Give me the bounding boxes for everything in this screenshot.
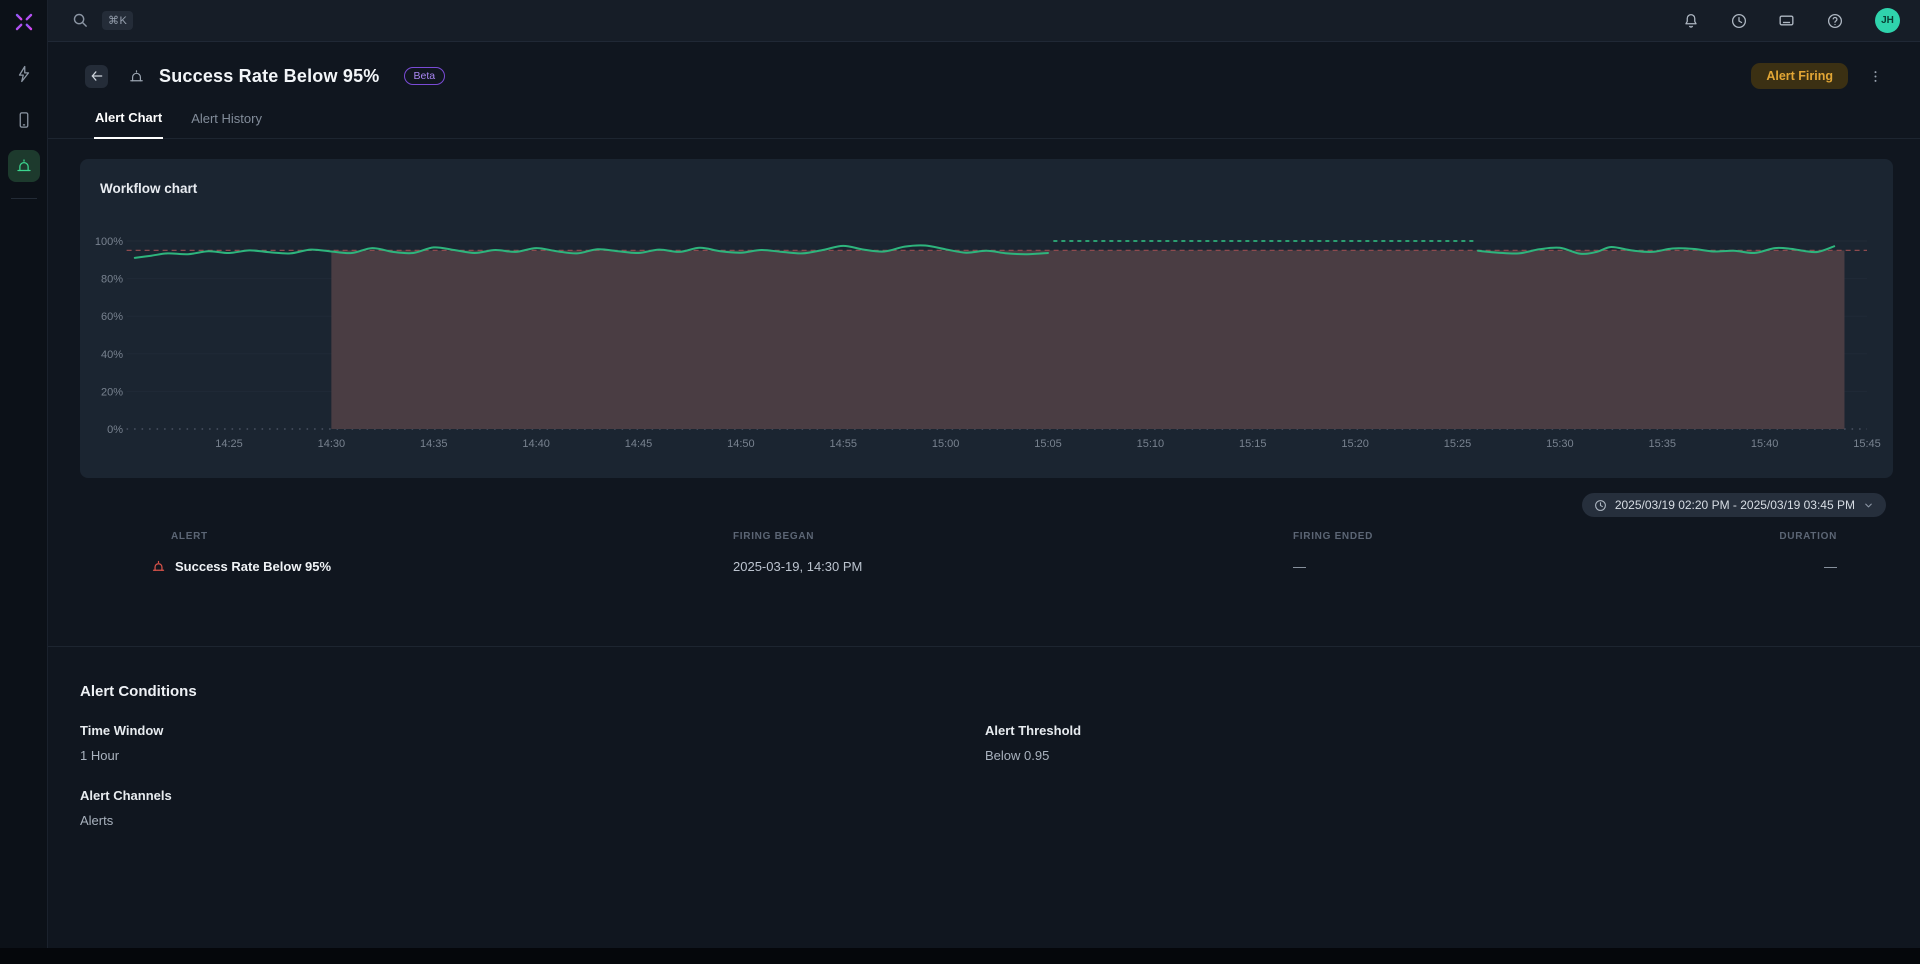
date-range-value: 2025/03/19 02:20 PM - 2025/03/19 03:45 P… [1615,498,1855,512]
column-header-firing-ended: FIRING ENDED [1293,531,1738,542]
svg-text:14:35: 14:35 [420,438,448,450]
search-icon [72,12,89,29]
starburst-logo-icon [12,10,36,34]
firing-ended-value: — [1293,559,1738,574]
date-range-row: 2025/03/19 02:20 PM - 2025/03/19 03:45 P… [48,478,1920,517]
clock-icon [1730,12,1748,30]
svg-text:15:15: 15:15 [1239,438,1267,450]
chart-title: Workflow chart [100,181,197,196]
column-header-alert: ALERT [151,531,733,542]
svg-text:15:25: 15:25 [1444,438,1472,450]
help-icon [1826,12,1844,30]
svg-text:20%: 20% [101,386,123,398]
workflow-chart-card: Workflow chart 0% 20% 40% 60% 80% 100% 14:25 14… [80,159,1893,478]
topbar-actions: JH [1677,7,1900,34]
svg-text:0%: 0% [107,424,123,436]
svg-text:60%: 60% [101,311,123,323]
svg-text:14:40: 14:40 [522,438,550,450]
alert-siren-icon [128,68,145,85]
chevron-down-icon [1863,500,1874,511]
search-input[interactable]: ⌘K [72,11,133,30]
alert-conditions-heading: Alert Conditions [80,683,1920,700]
page-header: Success Rate Below 95% Beta Alert Firing [48,42,1920,104]
condition-value: Alerts [80,813,985,828]
alert-status-badge: Alert Firing [1751,63,1848,89]
sidebar-item-apps[interactable] [8,104,40,136]
svg-text:15:45: 15:45 [1853,438,1881,450]
user-avatar[interactable]: JH [1875,8,1900,33]
alert-siren-icon [15,157,33,175]
sidebar [0,0,48,948]
alerts-table-header: ALERT FIRING BEGAN FIRING ENDED DURATION [151,531,1837,542]
svg-text:15:40: 15:40 [1751,438,1779,450]
svg-text:14:25: 14:25 [215,438,243,450]
column-header-duration: DURATION [1738,531,1837,542]
condition-label: Time Window [80,723,985,738]
condition-alert-channels: Alert Channels Alerts [80,788,985,828]
more-actions-button[interactable] [1864,65,1886,87]
svg-text:80%: 80% [101,274,123,286]
arrow-left-icon [90,69,104,83]
svg-text:100%: 100% [95,236,123,248]
tab-alert-chart[interactable]: Alert Chart [94,104,163,139]
page-title: Success Rate Below 95% [159,66,380,87]
bell-icon [1682,12,1700,30]
table-row[interactable]: Success Rate Below 95% 2025-03-19, 14:30… [151,559,1837,574]
condition-time-window: Time Window 1 Hour [80,723,985,763]
column-header-firing-began: FIRING BEGAN [733,531,1293,542]
svg-text:40%: 40% [101,349,123,361]
app-logo[interactable] [0,0,48,44]
alerts-table: ALERT FIRING BEGAN FIRING ENDED DURATION… [151,531,1837,574]
svg-text:15:20: 15:20 [1341,438,1369,450]
sidebar-item-functions[interactable] [8,58,40,90]
keyboard-icon [1777,11,1796,30]
alert-name: Success Rate Below 95% [175,559,331,574]
alert-conditions-section: Alert Conditions Time Window 1 Hour Aler… [48,647,1920,828]
alert-siren-icon [151,559,166,574]
firing-began-value: 2025-03-19, 14:30 PM [733,559,1293,574]
svg-text:15:05: 15:05 [1034,438,1062,450]
condition-value: 1 Hour [80,748,985,763]
sidebar-divider [11,198,37,199]
tab-bar: Alert Chart Alert History [48,104,1920,139]
search-shortcut-badge: ⌘K [102,11,133,30]
help-button[interactable] [1821,7,1848,34]
condition-value: Below 0.95 [985,748,1920,763]
beta-badge: Beta [404,67,446,85]
kebab-menu-icon [1868,69,1883,84]
clock-icon [1594,499,1607,512]
recent-activity-button[interactable] [1725,7,1752,34]
condition-alert-threshold: Alert Threshold Below 0.95 [985,723,1920,763]
svg-text:14:30: 14:30 [318,438,346,450]
mobile-phone-icon [15,111,33,129]
app-root: ⌘K [0,0,1920,948]
svg-text:14:55: 14:55 [829,438,857,450]
shortcuts-button[interactable] [1773,7,1800,34]
lightning-bolt-icon [15,65,33,83]
condition-label: Alert Channels [80,788,985,803]
condition-label: Alert Threshold [985,723,1920,738]
tab-alert-history[interactable]: Alert History [190,104,263,138]
sidebar-item-alerts[interactable] [8,150,40,182]
duration-value: — [1738,559,1837,574]
workflow-chart: 0% 20% 40% 60% 80% 100% 14:25 14:30 14:35 14:40 14… [80,159,1893,478]
back-button[interactable] [85,65,108,88]
date-range-picker[interactable]: 2025/03/19 02:20 PM - 2025/03/19 03:45 P… [1582,493,1886,517]
svg-text:14:50: 14:50 [727,438,755,450]
svg-text:14:45: 14:45 [625,438,653,450]
svg-text:15:10: 15:10 [1137,438,1165,450]
svg-text:15:35: 15:35 [1648,438,1676,450]
topbar: ⌘K [48,0,1920,42]
main-area: ⌘K [48,0,1920,948]
svg-text:15:00: 15:00 [932,438,960,450]
svg-text:15:30: 15:30 [1546,438,1574,450]
notifications-button[interactable] [1677,7,1704,34]
